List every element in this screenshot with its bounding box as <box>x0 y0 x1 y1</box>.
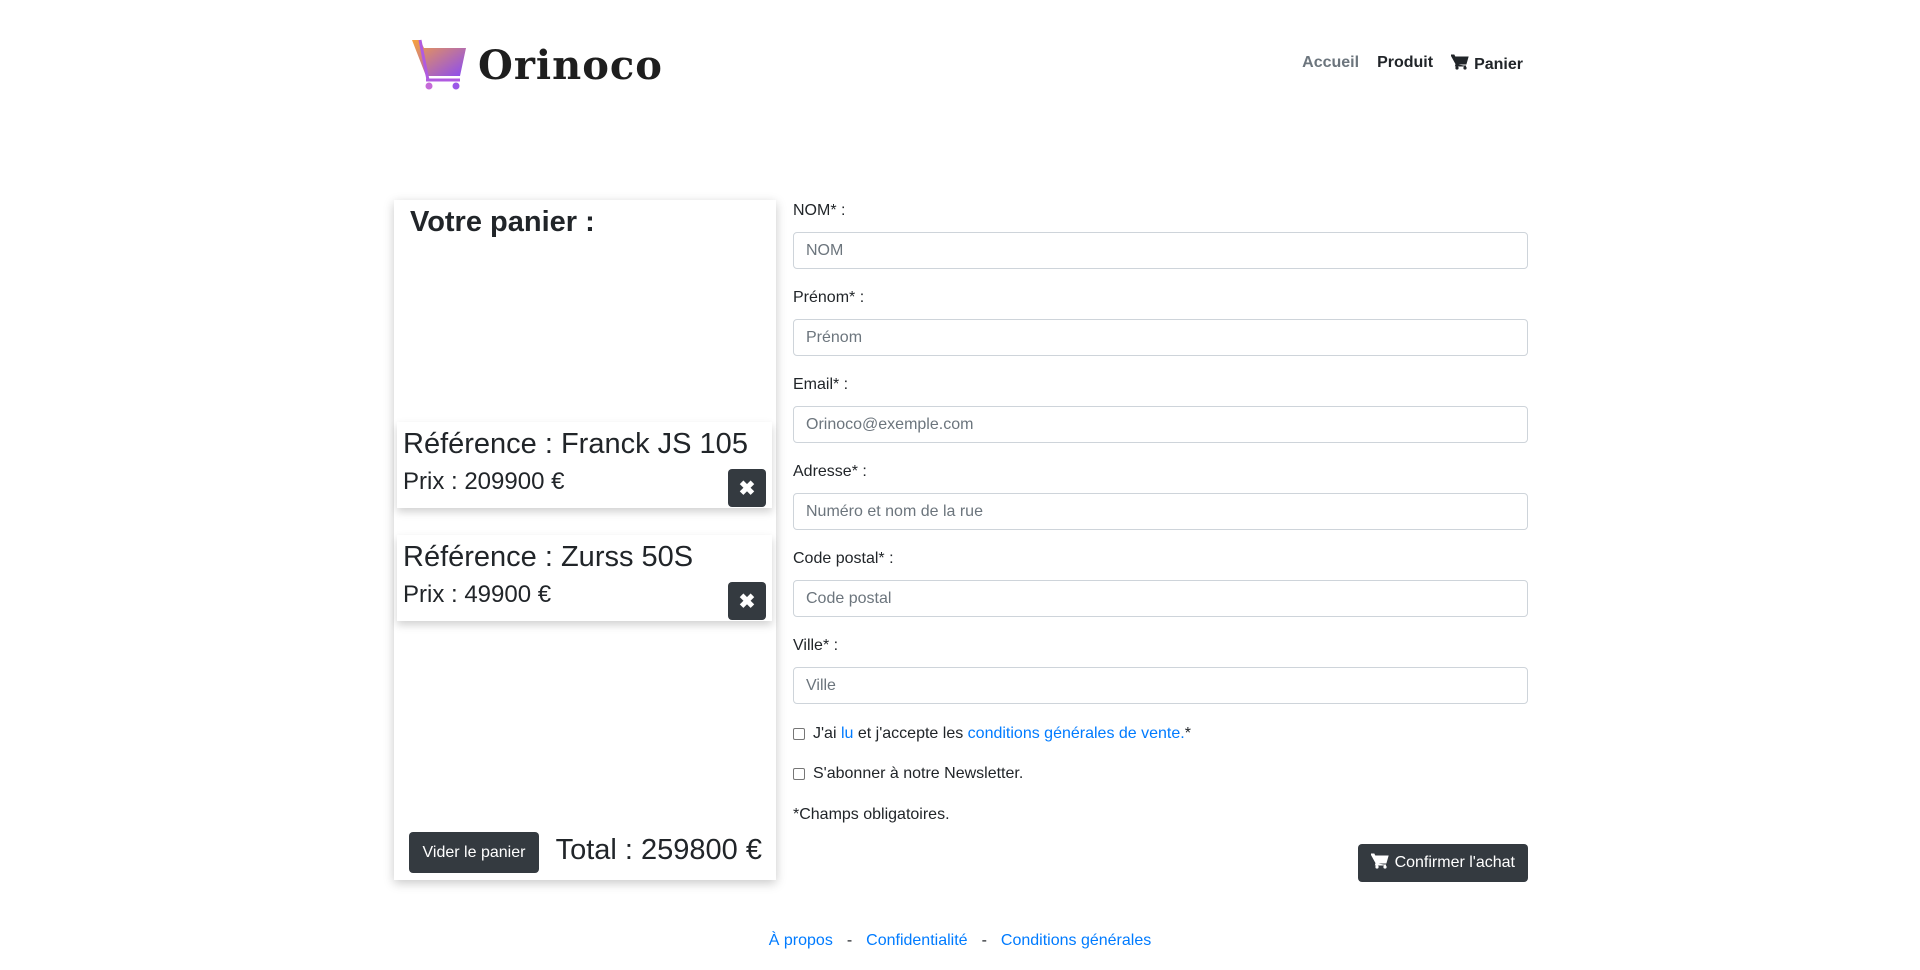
newsletter-label: S'abonner à notre Newsletter. <box>813 765 1024 782</box>
nav-product-link[interactable]: Produit <box>1377 54 1433 75</box>
cart-item-price: Prix : 49900 € <box>403 581 552 608</box>
ville-input[interactable] <box>793 667 1528 704</box>
email-input[interactable] <box>793 406 1528 443</box>
cart-title: Votre panier : <box>410 206 595 238</box>
main-nav: Accueil Produit Panier <box>1302 54 1523 75</box>
footer-about-link[interactable]: À propos <box>769 932 833 950</box>
adresse-input[interactable] <box>793 493 1528 530</box>
code-postal-input[interactable] <box>793 580 1528 617</box>
nav-home-link[interactable]: Accueil <box>1302 54 1359 75</box>
terms-prefix: J'ai <box>813 725 837 742</box>
terms-checkbox[interactable] <box>793 728 805 740</box>
nom-label: NOM* : <box>793 202 846 219</box>
footer-privacy-link[interactable]: Confidentialité <box>866 932 967 950</box>
newsletter-checkbox[interactable] <box>793 768 805 780</box>
remove-item-button[interactable]: ✖ <box>728 469 766 507</box>
prenom-label: Prénom* : <box>793 289 865 306</box>
cart-item-reference: Référence : Franck JS 105 <box>403 428 748 460</box>
cart-item-reference: Référence : Zurss 50S <box>403 541 694 573</box>
footer-terms-link[interactable]: Conditions générales <box>1001 932 1151 950</box>
nav-cart-label: Panier <box>1474 55 1523 73</box>
close-icon: ✖ <box>738 477 756 500</box>
cart-item: Référence : Zurss 50S Prix : 49900 € ✖ <box>397 535 772 621</box>
adresse-label: Adresse* : <box>793 463 867 480</box>
ville-label: Ville* : <box>793 637 839 654</box>
confirm-purchase-label: Confirmer l'achat <box>1394 854 1515 871</box>
code-postal-label: Code postal* : <box>793 550 894 567</box>
terms-row: J'ai lu et j'accepte les conditions géné… <box>793 725 1191 743</box>
footer-separator: - <box>846 932 853 949</box>
cart-total: Total : 259800 € <box>555 834 762 866</box>
shopping-cart-logo-icon <box>410 36 468 95</box>
remove-item-button[interactable]: ✖ <box>728 582 766 620</box>
terms-read-link[interactable]: lu <box>841 725 853 743</box>
terms-middle: et j'accepte les <box>857 725 964 742</box>
cart-item-price: Prix : 209900 € <box>403 468 565 495</box>
prenom-input[interactable] <box>793 319 1528 356</box>
cart-icon <box>1450 54 1469 75</box>
email-label: Email* : <box>793 376 849 393</box>
newsletter-row: S'abonner à notre Newsletter. <box>793 765 1023 783</box>
nom-input[interactable] <box>793 232 1528 269</box>
terms-conditions-link[interactable]: conditions générales de vente. <box>968 725 1185 743</box>
terms-suffix: * <box>1184 725 1191 742</box>
empty-cart-button[interactable]: Vider le panier <box>409 832 539 873</box>
cart-panel: Votre panier : Référence : Franck JS 105… <box>394 200 776 880</box>
brand-logo[interactable]: Orinoco <box>410 36 663 95</box>
cart-item: Référence : Franck JS 105 Prix : 209900 … <box>397 422 772 508</box>
cart-icon <box>1369 853 1389 874</box>
close-icon: ✖ <box>738 590 756 613</box>
footer-links: À propos - Confidentialité - Conditions … <box>0 932 1920 950</box>
footer-separator: - <box>981 932 987 949</box>
brand-name: Orinoco <box>478 42 663 89</box>
confirm-purchase-button[interactable]: Confirmer l'achat <box>1357 844 1528 882</box>
nav-cart-link[interactable]: Panier <box>1450 54 1523 75</box>
required-note: *Champs obligatoires. <box>793 806 950 823</box>
